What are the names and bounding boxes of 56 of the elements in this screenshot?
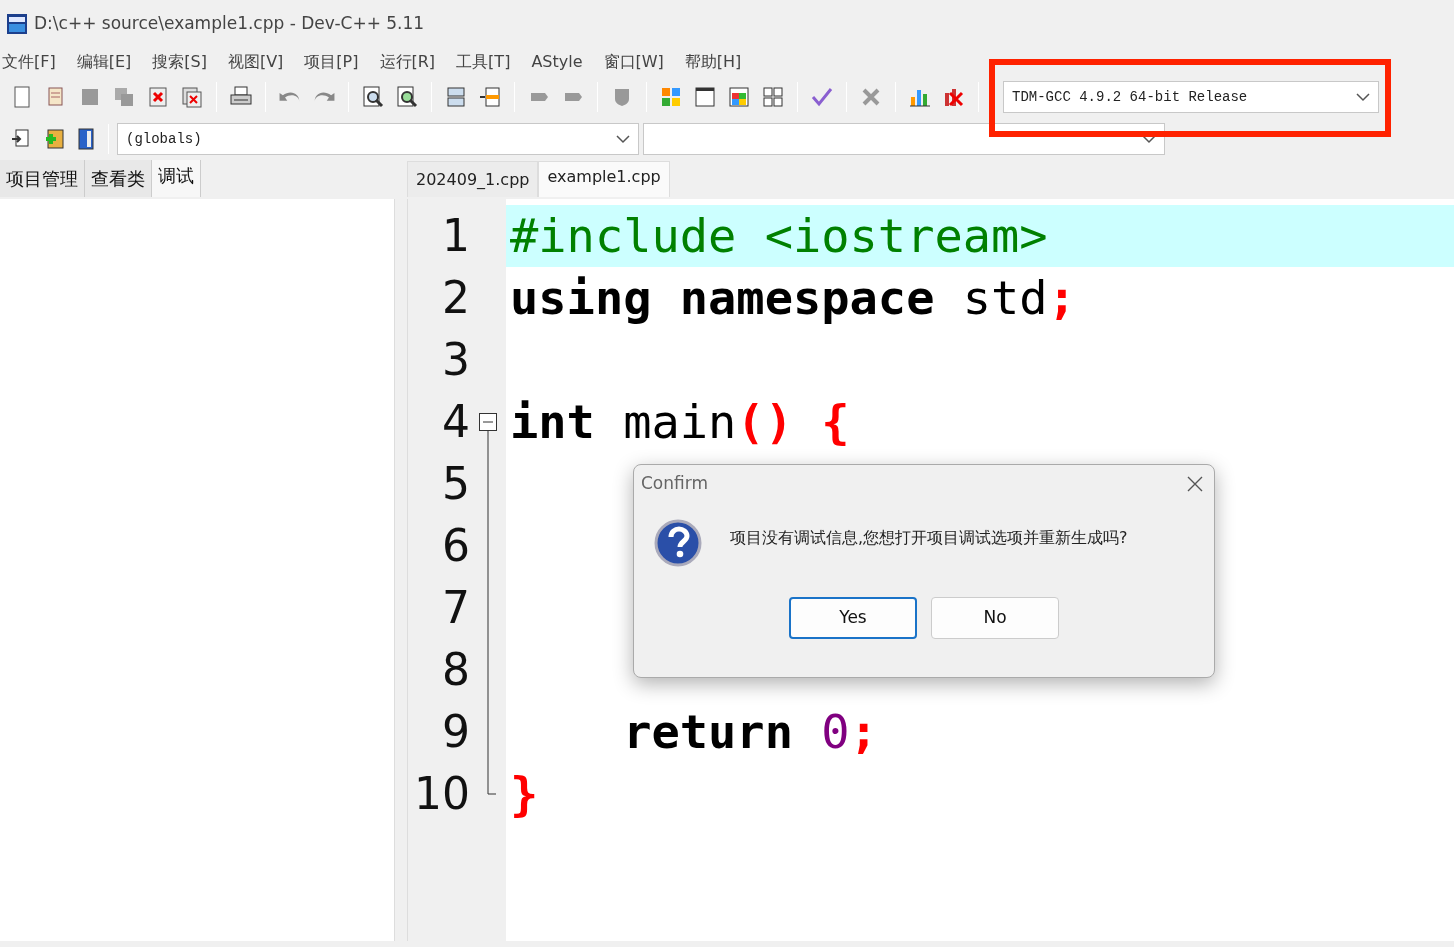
replace-magnifier-icon (395, 85, 419, 109)
code-line: } (509, 764, 540, 823)
line-number: 8 (442, 643, 470, 697)
dialog-button[interactable]: No (931, 596, 1059, 639)
menu-item[interactable]: 窗口[W] (603, 50, 674, 74)
menu-item[interactable]: 工具[T] (456, 50, 521, 74)
code-fold-marker[interactable] (478, 413, 498, 795)
dialog-title: Confirm (641, 472, 708, 495)
line-number: 1 (442, 209, 470, 263)
app-icon (6, 13, 28, 35)
line-number: 3 (442, 333, 470, 387)
menu-item[interactable]: 帮助[H] (684, 50, 752, 74)
line-number: 2 (442, 271, 470, 325)
dialog-message: 项目没有调试信息,您想打开项目调试选项并重新生成吗? (730, 526, 1128, 549)
file-tab[interactable]: example1.cpp (538, 161, 670, 197)
scope-dropdown[interactable]: (globals) (117, 123, 639, 155)
color-window-icon (727, 85, 751, 109)
line-number: 10 (414, 767, 470, 821)
combo-value: TDM-GCC 4.9.2 64-bit Release (1012, 87, 1248, 107)
menu-item[interactable]: AStyle (531, 50, 593, 74)
code-line: return 0; (622, 702, 879, 761)
panel-tab[interactable]: 项目管理 (0, 160, 85, 197)
line-number: 5 (442, 457, 470, 511)
line-number: 6 (442, 519, 470, 573)
line-number: 9 (442, 705, 470, 759)
question-icon (654, 518, 702, 567)
menu-item[interactable]: 视图[V] (227, 50, 294, 74)
grid-icon (761, 85, 785, 109)
line-number: 4 (442, 395, 470, 449)
menu-item[interactable]: 搜索[S] (152, 50, 217, 74)
window-title: D:\c++ source\example1.cpp - Dev-C++ 5.11 (34, 12, 425, 36)
colored-tiles-icon (659, 85, 683, 109)
check-icon (810, 85, 834, 109)
close-all-icon (180, 85, 204, 109)
combo-value: (globals) (126, 129, 202, 149)
magnifier-icon (361, 85, 385, 109)
compiler-dropdown[interactable]: TDM-GCC 4.9.2 64-bit Release (1003, 81, 1379, 113)
menu-item[interactable]: 项目[P] (304, 50, 369, 74)
code-line: int main() { (509, 392, 851, 451)
panel-tab[interactable]: 调试 (152, 160, 201, 197)
stacked-squares-icon (112, 85, 136, 109)
menu-item[interactable]: 文件[F] (2, 50, 66, 74)
redo-arrow-icon (312, 91, 336, 103)
stacked-panels-icon (444, 85, 468, 109)
close-file-icon (146, 85, 170, 109)
window-icon (693, 85, 717, 109)
file-tab[interactable]: 202409_1.cpp (407, 161, 539, 197)
menu-item[interactable]: 编辑[E] (76, 50, 142, 74)
code-line: using namespace std; (509, 268, 1077, 327)
line-number: 7 (442, 581, 470, 635)
symbol-dropdown[interactable] (643, 123, 1165, 155)
menu-item[interactable]: 运行[R] (379, 50, 446, 74)
undo-arrow-icon (278, 91, 302, 103)
split-panel-icon (478, 85, 502, 109)
dialog-button[interactable]: Yes (789, 596, 917, 639)
panel-tab[interactable]: 查看类 (85, 160, 152, 197)
